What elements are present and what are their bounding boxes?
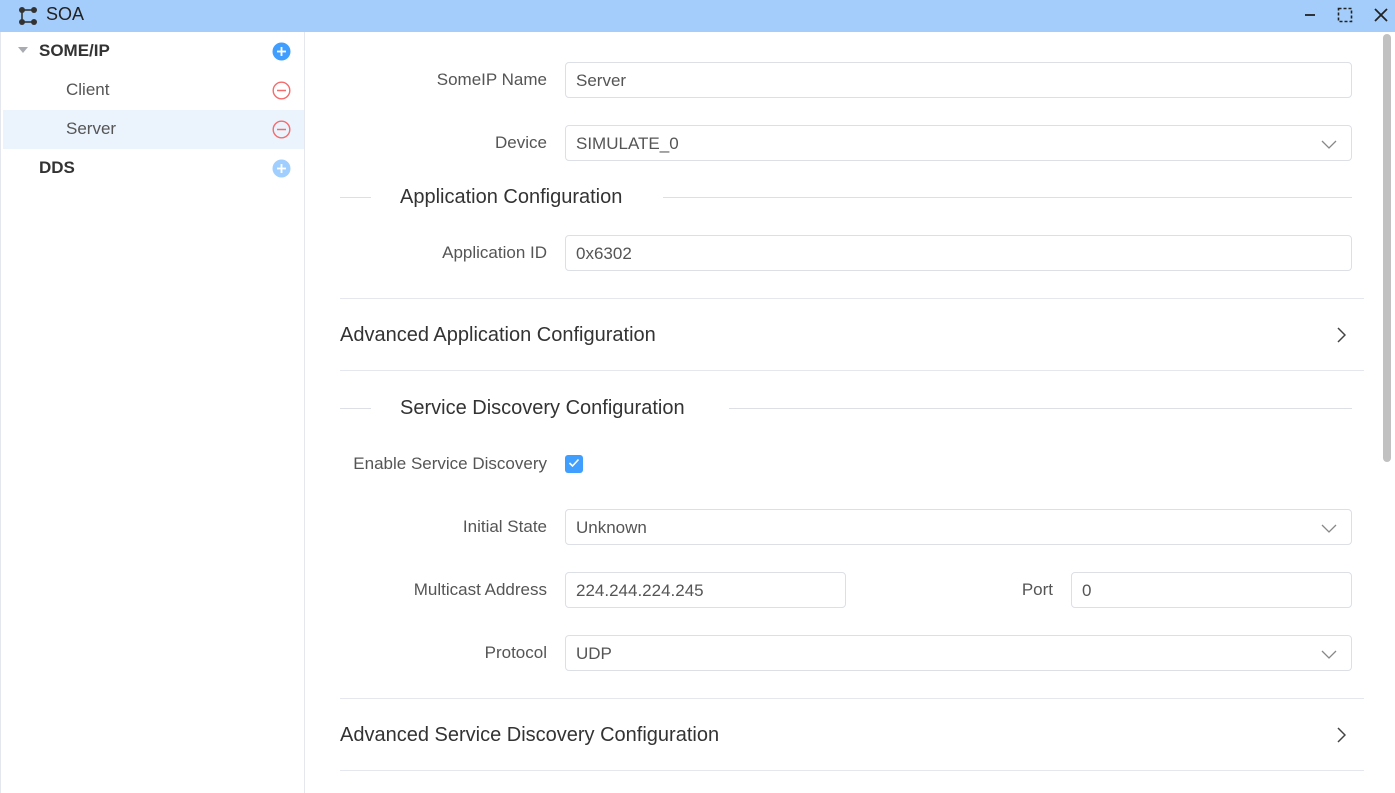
chevron-right-icon xyxy=(1336,727,1347,748)
checkmark-icon xyxy=(568,455,580,473)
application-id-input[interactable]: 0x6302 xyxy=(565,235,1352,271)
multicast-address-input[interactable]: 224.244.224.245 xyxy=(565,572,846,608)
advanced-sd-config-collapse[interactable]: Advanced Service Discovery Configuration xyxy=(340,698,1364,771)
minimize-button[interactable] xyxy=(1298,3,1322,27)
device-label: Device xyxy=(495,133,547,152)
tree-node-label: DDS xyxy=(39,158,75,177)
tree-node-label: Server xyxy=(66,119,117,138)
chevron-right-icon xyxy=(1336,327,1347,348)
initial-state-select[interactable]: Unknown xyxy=(565,509,1352,545)
device-select[interactable]: SIMULATE_0 xyxy=(565,125,1352,161)
minimize-icon xyxy=(1303,8,1317,22)
vertical-scrollbar[interactable] xyxy=(1383,34,1391,462)
service-discovery-config-title: Service Discovery Configuration xyxy=(400,397,685,419)
chevron-down-icon xyxy=(1321,520,1337,540)
chevron-down-icon xyxy=(1321,136,1337,156)
advanced-application-config-collapse[interactable]: Advanced Application Configuration xyxy=(340,298,1364,371)
close-button[interactable] xyxy=(1369,3,1393,27)
application-id-label: Application ID xyxy=(442,243,547,262)
protocol-select[interactable]: UDP xyxy=(565,635,1352,671)
application-config-title: Application Configuration xyxy=(400,186,623,208)
tree-node-server[interactable]: Server xyxy=(3,110,304,149)
divider-line xyxy=(729,408,1352,409)
multicast-address-label: Multicast Address xyxy=(413,580,547,599)
window-title: SOA xyxy=(46,4,85,24)
enable-sd-checkbox[interactable] xyxy=(565,455,583,473)
title-bar: SOA xyxy=(0,0,1395,32)
add-circle-icon[interactable] xyxy=(272,159,291,178)
maximize-icon xyxy=(1336,6,1354,24)
enable-sd-label: Enable Service Discovery xyxy=(353,454,547,473)
chevron-down-icon xyxy=(1321,646,1337,666)
add-circle-icon[interactable] xyxy=(272,42,291,61)
divider-line xyxy=(340,197,371,198)
remove-circle-icon[interactable] xyxy=(272,120,291,139)
port-input[interactable]: 0 xyxy=(1071,572,1352,608)
protocol-select-value: UDP xyxy=(576,644,612,663)
port-label: Port xyxy=(1021,580,1053,599)
collapse-title: Advanced Application Configuration xyxy=(340,324,656,346)
caret-down-icon[interactable] xyxy=(18,47,28,53)
someip-name-input[interactable]: Server xyxy=(565,62,1352,98)
tree-node-dds[interactable]: DDS xyxy=(3,149,304,188)
remove-circle-icon[interactable] xyxy=(272,81,291,100)
tree-node-someip[interactable]: SOME/IP xyxy=(3,32,304,71)
divider-line xyxy=(340,408,371,409)
initial-state-select-value: Unknown xyxy=(576,518,647,537)
tree-node-label: SOME/IP xyxy=(39,41,110,60)
initial-state-label: Initial State xyxy=(462,517,547,536)
graph-nodes-icon xyxy=(18,6,38,26)
maximize-button[interactable] xyxy=(1333,3,1357,27)
tree-node-client[interactable]: Client xyxy=(3,71,304,110)
collapse-title: Advanced Service Discovery Configuration xyxy=(340,724,720,746)
tree-node-label: Client xyxy=(66,80,110,99)
sidebar-tree: SOME/IP Client Server DDS xyxy=(0,32,305,793)
protocol-label: Protocol xyxy=(484,643,547,662)
close-icon xyxy=(1373,7,1389,23)
divider-line xyxy=(663,197,1352,198)
device-select-value: SIMULATE_0 xyxy=(576,134,679,153)
someip-name-label: SomeIP Name xyxy=(436,70,547,89)
